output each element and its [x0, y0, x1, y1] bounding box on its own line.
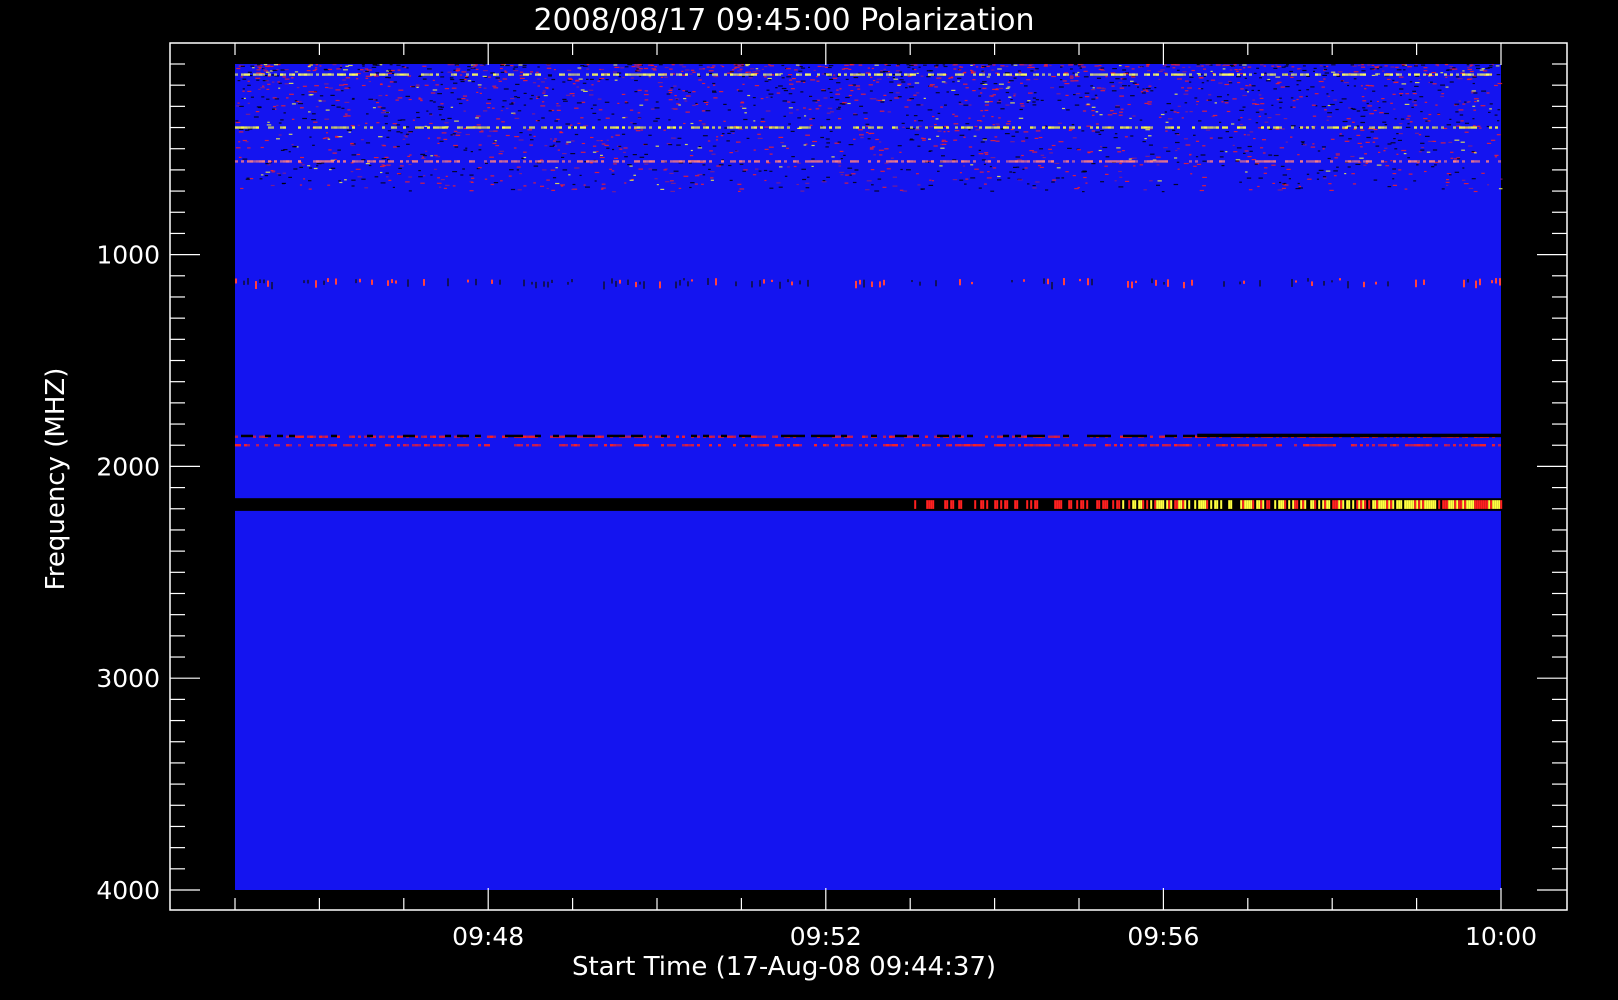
x-tick-label: 09:52	[790, 922, 862, 951]
heatmap-image	[235, 64, 1503, 890]
y-tick-label: 1000	[96, 241, 160, 270]
y-tick-label: 3000	[96, 664, 160, 693]
y-tick-label: 4000	[96, 876, 160, 905]
y-axis-label: Frequency (MHZ)	[41, 368, 71, 591]
emission-line	[235, 160, 1501, 163]
spectrogram-chart: 2008/08/17 09:45:00 Polarization 09:48 09…	[0, 0, 1618, 1000]
x-axis-label: Start Time (17-Aug-08 09:44:37)	[572, 952, 996, 982]
emission-line	[235, 444, 1501, 447]
emission-line	[235, 73, 1492, 76]
y-tick-label: 2000	[96, 452, 160, 481]
x-tick-label: 10:00	[1465, 922, 1537, 951]
x-tick-label: 09:48	[452, 922, 524, 951]
heatmap-background	[235, 64, 1501, 890]
chart-title: 2008/08/17 09:45:00 Polarization	[533, 3, 1034, 38]
x-tick-label: 09:56	[1127, 922, 1199, 951]
dark-line	[1197, 433, 1501, 438]
